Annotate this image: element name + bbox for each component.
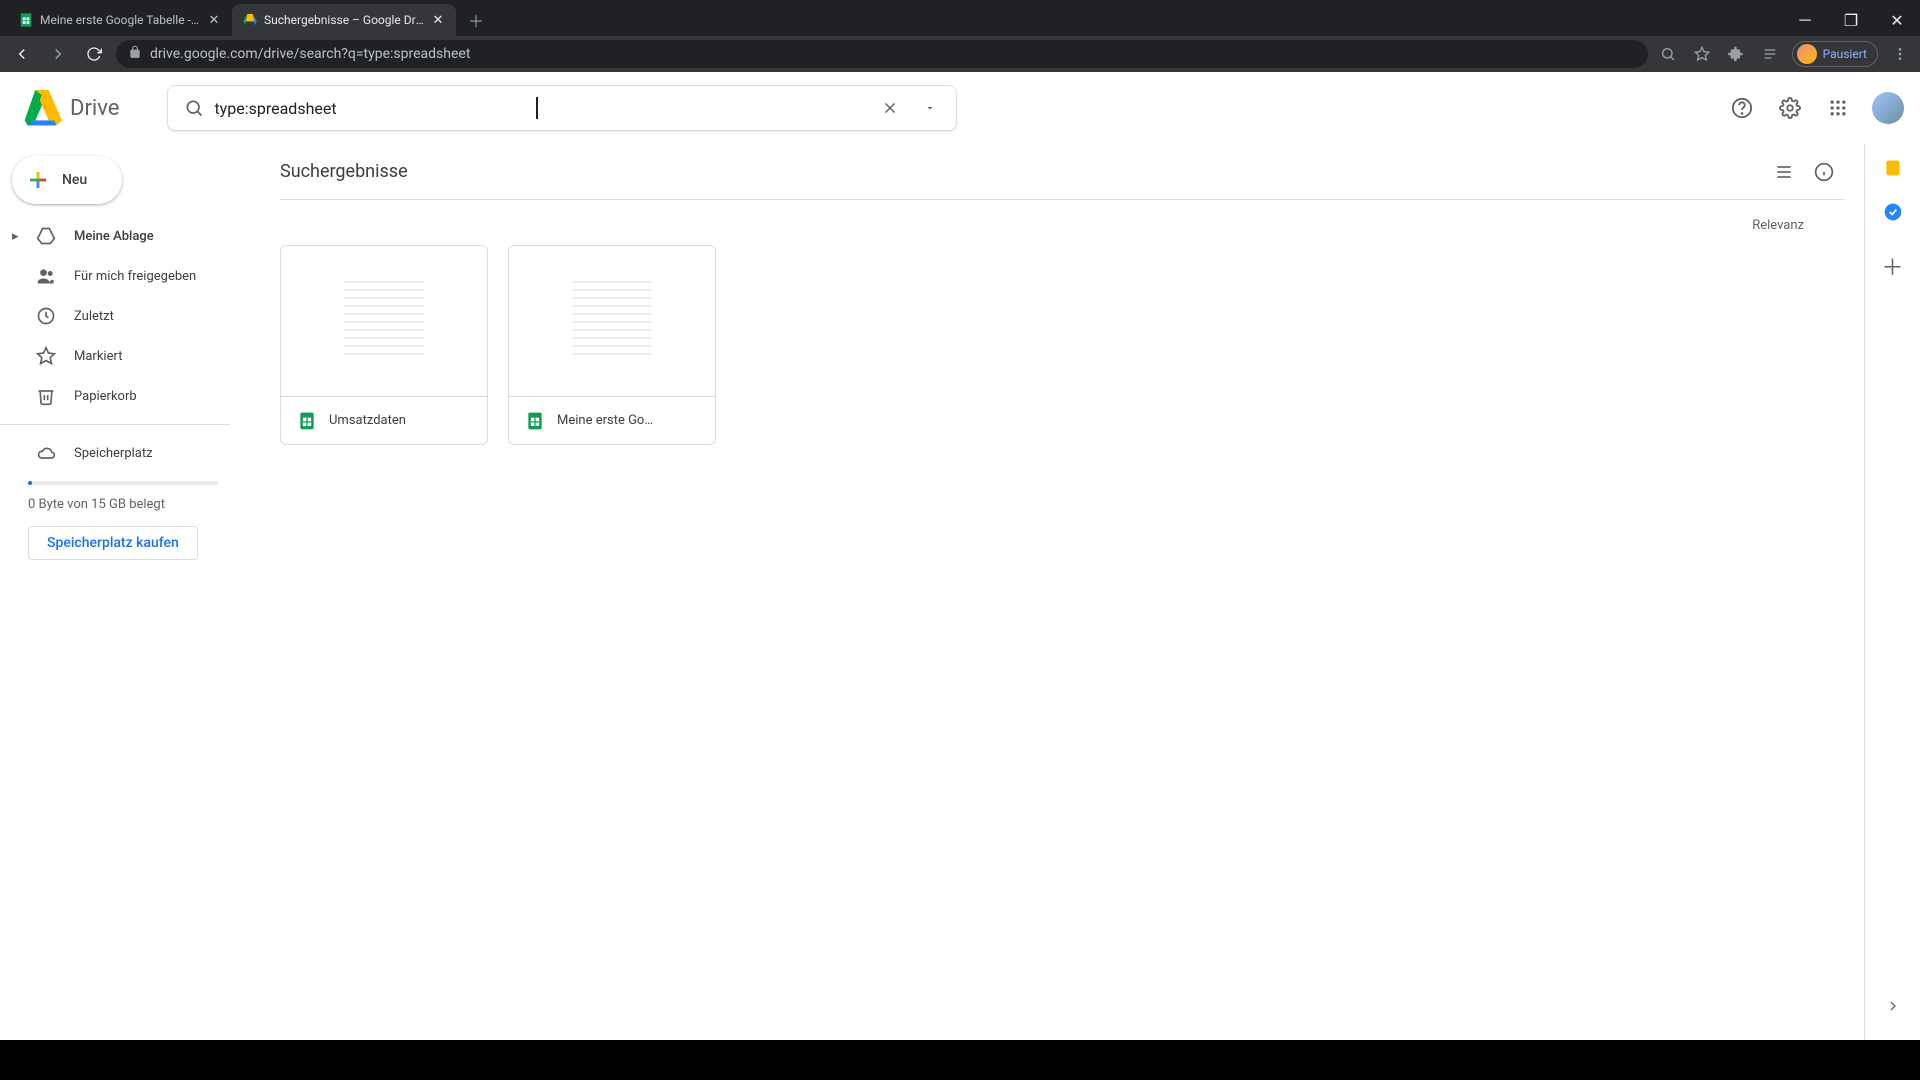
menu-icon[interactable] <box>1888 42 1912 66</box>
window-controls: ─ ❐ ✕ <box>1782 4 1920 36</box>
clock-icon <box>36 306 56 326</box>
header-actions <box>1722 88 1904 128</box>
zoom-icon[interactable] <box>1656 42 1680 66</box>
clear-search-button[interactable] <box>870 88 910 128</box>
product-name: Drive <box>70 96 119 121</box>
keep-icon[interactable] <box>1883 158 1903 178</box>
file-thumbnail <box>509 246 715 396</box>
search-icon[interactable] <box>174 88 214 128</box>
back-button[interactable] <box>8 40 36 68</box>
sidebar-item-label: Speicherplatz <box>74 446 153 461</box>
apps-button[interactable] <box>1818 88 1858 128</box>
add-addon-button[interactable]: ＋ <box>1873 246 1913 286</box>
sidebar-item-label: Für mich freigegeben <box>74 269 196 284</box>
sort-button[interactable]: Relevanz <box>1752 218 1804 233</box>
profile-status: Pausiert <box>1823 47 1867 61</box>
drive-logo[interactable]: Drive <box>22 88 159 128</box>
files-grid: Umsatzdaten Meine erste Go… <box>280 239 1844 451</box>
maximize-button[interactable]: ❐ <box>1828 4 1874 36</box>
support-button[interactable] <box>1722 88 1762 128</box>
sidebar: Neu ▸ Meine Ablage Für mich freigegeben <box>0 144 260 1040</box>
star-icon <box>36 346 56 366</box>
people-icon <box>36 266 56 286</box>
close-icon[interactable]: ✕ <box>430 12 446 28</box>
content-header: Suchergebnisse <box>280 144 1844 200</box>
file-card[interactable]: Umsatzdaten <box>280 245 488 445</box>
tab-title: Meine erste Google Tabelle - Go <box>40 13 200 27</box>
forward-button[interactable] <box>44 40 72 68</box>
browser-toolbar: drive.google.com/drive/search?q=type:spr… <box>0 36 1920 72</box>
file-name: Meine erste Go… <box>557 413 653 428</box>
bookmark-icon[interactable] <box>1690 42 1714 66</box>
avatar-icon <box>1797 44 1817 64</box>
profile-button[interactable]: Pausiert <box>1792 41 1878 67</box>
cloud-icon <box>36 443 56 463</box>
drive-logo-icon <box>22 88 62 128</box>
sidebar-item-starred[interactable]: Markiert <box>0 336 260 376</box>
details-button[interactable] <box>1804 152 1844 192</box>
close-icon[interactable]: ✕ <box>206 12 222 28</box>
drive-app: Drive <box>0 72 1920 1040</box>
lock-icon <box>128 45 142 63</box>
search-options-button[interactable] <box>910 88 950 128</box>
list-view-button[interactable] <box>1764 152 1804 192</box>
browser-tab[interactable]: Meine erste Google Tabelle - Go ✕ <box>8 4 232 36</box>
trash-icon <box>36 386 56 406</box>
file-card[interactable]: Meine erste Go… <box>508 245 716 445</box>
drive-favicon <box>242 12 258 28</box>
extensions-icon[interactable] <box>1724 42 1748 66</box>
tasks-icon[interactable] <box>1883 202 1903 222</box>
sidebar-item-recent[interactable]: Zuletzt <box>0 296 260 336</box>
divider <box>0 424 230 425</box>
plus-icon <box>26 168 50 192</box>
new-button-label: Neu <box>62 172 87 188</box>
drive-header: Drive <box>0 72 1920 144</box>
sidebar-item-trash[interactable]: Papierkorb <box>0 376 260 416</box>
sidebar-item-storage[interactable]: Speicherplatz <box>0 433 260 473</box>
tab-title: Suchergebnisse – Google Drive <box>264 13 424 27</box>
page-title: Suchergebnisse <box>280 161 1764 182</box>
address-bar[interactable]: drive.google.com/drive/search?q=type:spr… <box>116 40 1648 68</box>
taskbar <box>0 1040 1920 1080</box>
minimize-button[interactable]: ─ <box>1782 4 1828 36</box>
sheets-icon <box>525 411 545 431</box>
sort-row: Relevanz <box>280 200 1844 239</box>
reading-list-icon[interactable] <box>1758 42 1782 66</box>
storage-bar <box>28 481 218 485</box>
close-window-button[interactable]: ✕ <box>1874 4 1920 36</box>
search-bar <box>167 85 957 131</box>
sheets-icon <box>297 411 317 431</box>
main-area: Suchergebnisse Relevanz <box>260 144 1920 1040</box>
buy-storage-button[interactable]: Speicherplatz kaufen <box>28 526 198 560</box>
url-text: drive.google.com/drive/search?q=type:spr… <box>150 46 470 62</box>
chevron-right-icon[interactable]: ▸ <box>12 229 24 244</box>
storage-text: 0 Byte von 15 GB belegt <box>0 497 260 512</box>
text-cursor <box>536 97 538 119</box>
new-button[interactable]: Neu <box>12 156 122 204</box>
sidebar-item-shared[interactable]: Für mich freigegeben <box>0 256 260 296</box>
side-panel: ＋ <box>1864 144 1920 1040</box>
sidebar-item-label: Papierkorb <box>74 389 137 404</box>
file-name: Umsatzdaten <box>329 413 406 428</box>
sidebar-item-label: Zuletzt <box>74 309 114 324</box>
reload-button[interactable] <box>80 40 108 68</box>
sheets-favicon <box>18 12 34 28</box>
drive-icon <box>36 226 56 246</box>
settings-button[interactable] <box>1770 88 1810 128</box>
sidebar-item-label: Markiert <box>74 349 122 364</box>
file-thumbnail <box>281 246 487 396</box>
sidebar-item-label: Meine Ablage <box>74 229 154 244</box>
new-tab-button[interactable]: ＋ <box>462 6 490 34</box>
browser-tab[interactable]: Suchergebnisse – Google Drive ✕ <box>232 4 456 36</box>
collapse-panel-button[interactable] <box>1873 986 1913 1026</box>
sidebar-item-my-drive[interactable]: ▸ Meine Ablage <box>0 216 260 256</box>
search-input[interactable] <box>214 99 870 118</box>
account-avatar[interactable] <box>1872 92 1904 124</box>
content: Suchergebnisse Relevanz <box>260 144 1864 1040</box>
browser-chrome: Meine erste Google Tabelle - Go ✕ Sucher… <box>0 0 1920 72</box>
tab-strip: Meine erste Google Tabelle - Go ✕ Sucher… <box>0 0 1920 36</box>
